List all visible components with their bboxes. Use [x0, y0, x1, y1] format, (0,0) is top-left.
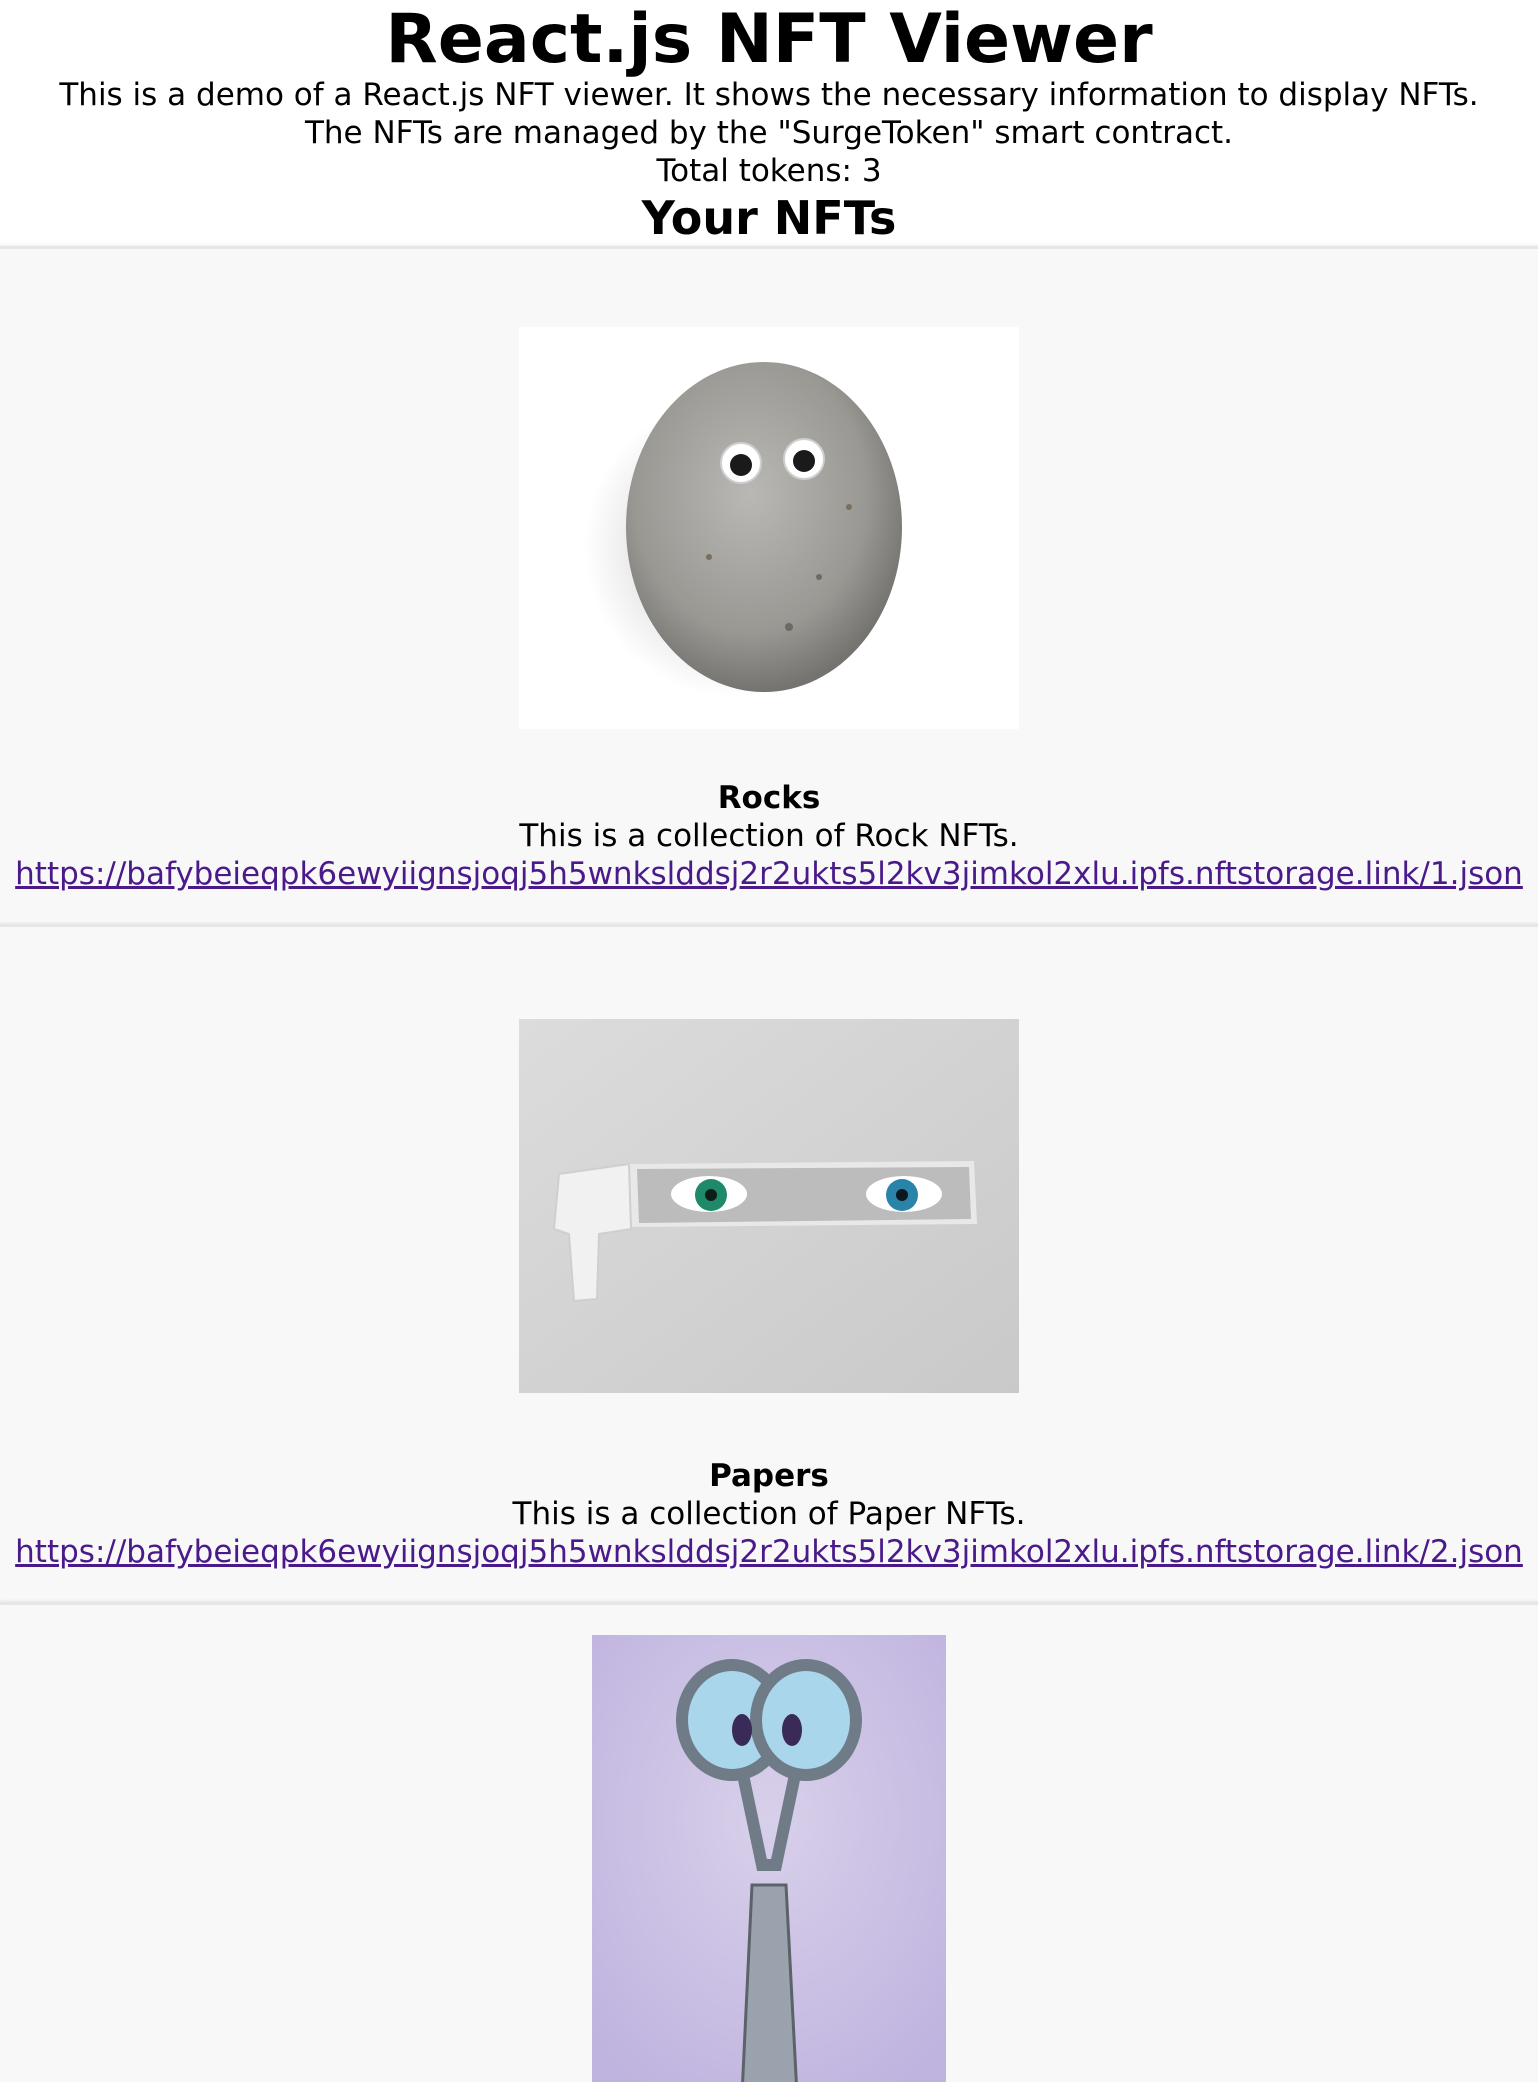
- nft-card-papers: Papers This is a collection of Paper NFT…: [0, 924, 1538, 1602]
- nft-metadata-link[interactable]: https://bafybeieqpk6ewyiignsjoqj5h5wnksl…: [15, 1533, 1523, 1571]
- total-tokens: Total tokens: 3: [656, 153, 882, 189]
- nft-image-scissors: [592, 1635, 946, 2082]
- nft-card-scissors: [0, 1602, 1538, 2082]
- scissors-icon: [592, 1635, 946, 2082]
- section-title: Your NFTs: [641, 191, 897, 245]
- nft-description: This is a collection of Rock NFTs.: [519, 818, 1019, 854]
- nft-name: Papers: [709, 1458, 829, 1494]
- nft-image-rocks: [519, 327, 1019, 729]
- nft-card-rocks: Rocks This is a collection of Rock NFTs.…: [0, 246, 1538, 924]
- page-title: React.js NFT Viewer: [385, 0, 1153, 79]
- torn-paper-icon: [519, 1019, 1019, 1393]
- rock-icon: [519, 327, 1019, 729]
- contract-text: The NFTs are managed by the "SurgeToken"…: [304, 115, 1234, 151]
- nft-image-papers: [519, 1019, 1019, 1393]
- nft-description: This is a collection of Paper NFTs.: [512, 1496, 1026, 1532]
- intro-text: This is a demo of a React.js NFT viewer.…: [59, 77, 1479, 113]
- nft-metadata-link[interactable]: https://bafybeieqpk6ewyiignsjoqj5h5wnksl…: [15, 855, 1523, 893]
- nft-name: Rocks: [717, 780, 821, 816]
- page-header: React.js NFT Viewer This is a demo of a …: [0, 0, 1538, 246]
